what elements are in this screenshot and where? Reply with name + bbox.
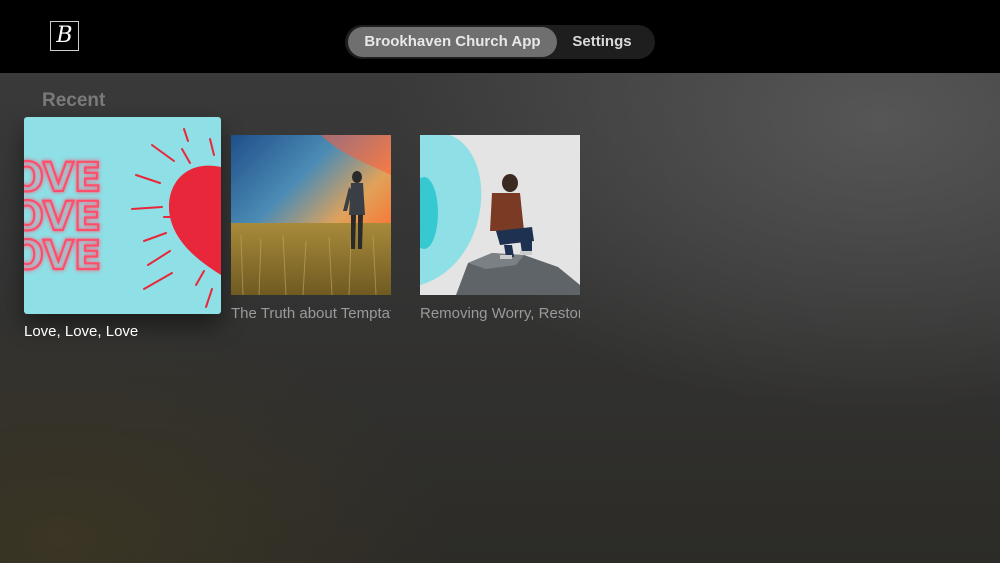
tab-settings[interactable]: Settings bbox=[559, 27, 645, 57]
app-logo[interactable]: B bbox=[50, 21, 79, 51]
tab-bar: Brookhaven Church App Settings bbox=[345, 25, 655, 59]
svg-text:OVE: OVE bbox=[24, 233, 101, 279]
heart-artwork: OVE OVE OVE bbox=[24, 117, 221, 314]
media-card-title: Love, Love, Love bbox=[24, 323, 139, 340]
tab-brookhaven-church-app[interactable]: Brookhaven Church App bbox=[348, 27, 557, 57]
media-card-title: Removing Worry, Restoring Peace bbox=[420, 305, 580, 322]
media-card-title: The Truth about Temptation bbox=[231, 305, 391, 322]
wheat-field-sunset-artwork bbox=[231, 135, 391, 295]
logo-letter: B bbox=[56, 23, 73, 48]
man-on-rock-artwork bbox=[420, 135, 580, 295]
top-navigation-bar: B Brookhaven Church App Settings bbox=[0, 0, 1000, 73]
section-title: Recent bbox=[42, 90, 106, 111]
